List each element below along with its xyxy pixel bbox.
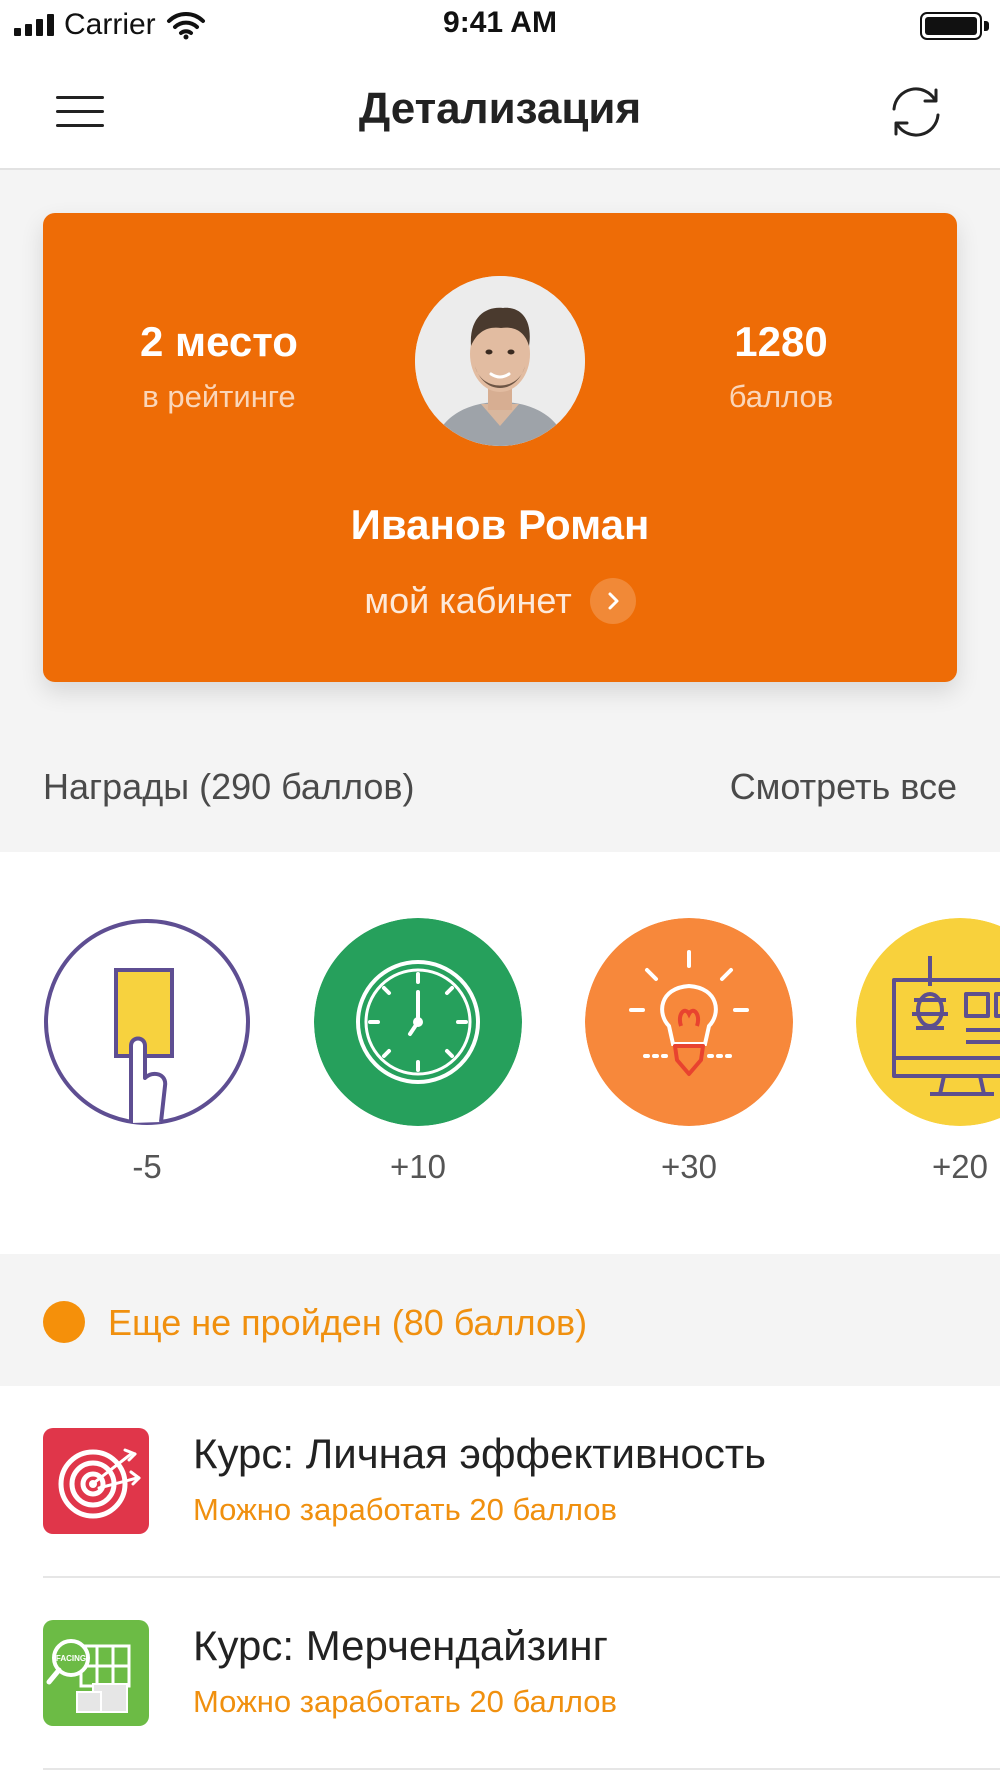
my-cabinet-label: мой кабинет <box>364 580 572 621</box>
points-caption: баллов <box>728 379 834 415</box>
badge-points: +10 <box>390 1148 446 1185</box>
yellow-card-icon <box>43 918 251 1126</box>
badge-points: +20 <box>932 1148 988 1185</box>
clock-time: 9:41 AM <box>443 6 557 39</box>
badge-lightbulb[interactable]: +30 <box>585 918 793 1186</box>
pending-section-header: Еще не пройден (80 баллов) <box>0 1254 1000 1386</box>
list-item[interactable]: Курс: Личная эффективность Можно заработ… <box>0 1386 1000 1578</box>
course-list: Курс: Личная эффективность Можно заработ… <box>0 1386 1000 1778</box>
badge-clock[interactable]: +10 <box>314 918 522 1186</box>
rewards-title: Награды (290 баллов) <box>43 766 415 807</box>
merchandising-icon: FACING <box>43 1620 149 1726</box>
pending-title: Еще не пройден (80 баллов) <box>108 1302 588 1343</box>
navigation-bar: Детализация <box>0 54 1000 170</box>
status-bar: Carrier 9:41 AM <box>0 0 1000 54</box>
badge-points: +30 <box>661 1148 717 1185</box>
battery-icon <box>920 12 989 40</box>
target-icon <box>43 1428 149 1534</box>
divider <box>43 1768 1000 1770</box>
profile-card: 2 место в рейтинге 1280 баллов Иванов Ро… <box>43 213 957 682</box>
points-stat: 1280 баллов <box>661 317 901 415</box>
lightbulb-icon <box>585 918 793 1126</box>
rating-stat: 2 место в рейтинге <box>99 317 339 415</box>
refresh-icon[interactable] <box>886 82 946 142</box>
course-subtitle: Можно заработать 20 баллов <box>193 1492 618 1527</box>
badge-bug-monitor[interactable]: +20 <box>856 918 1000 1186</box>
rating-caption: в рейтинге <box>142 379 296 415</box>
rating-value: 2 место <box>140 318 298 365</box>
user-avatar-icon <box>415 276 585 446</box>
points-value: 1280 <box>734 318 828 365</box>
chevron-right-icon <box>589 578 636 624</box>
list-item[interactable]: FACING Курс: Мерчендайзинг Можно заработ… <box>0 1578 1000 1770</box>
badge-points: -5 <box>132 1148 162 1185</box>
facing-label: FACING <box>56 1654 86 1663</box>
my-cabinet-link[interactable]: мой кабинет <box>43 578 957 624</box>
course-subtitle: Можно заработать 20 баллов <box>193 1684 618 1719</box>
badge-yellow-card[interactable]: -5 <box>43 918 251 1186</box>
course-title: Курс: Личная эффективность <box>193 1430 766 1477</box>
see-all-link[interactable]: Смотреть все <box>730 766 957 808</box>
badges-carousel[interactable]: -5 +10 +30 +20 <box>0 852 1000 1254</box>
status-dot-icon <box>43 1301 85 1343</box>
page-title: Детализация <box>358 84 642 133</box>
user-name: Иванов Роман <box>350 501 650 548</box>
avatar <box>415 276 585 446</box>
clock-icon <box>314 918 522 1126</box>
bug-on-monitor-icon <box>856 918 1000 1126</box>
course-title: Курс: Мерчендайзинг <box>193 1622 608 1669</box>
rewards-header: Награды (290 баллов) Смотреть все <box>43 766 957 816</box>
